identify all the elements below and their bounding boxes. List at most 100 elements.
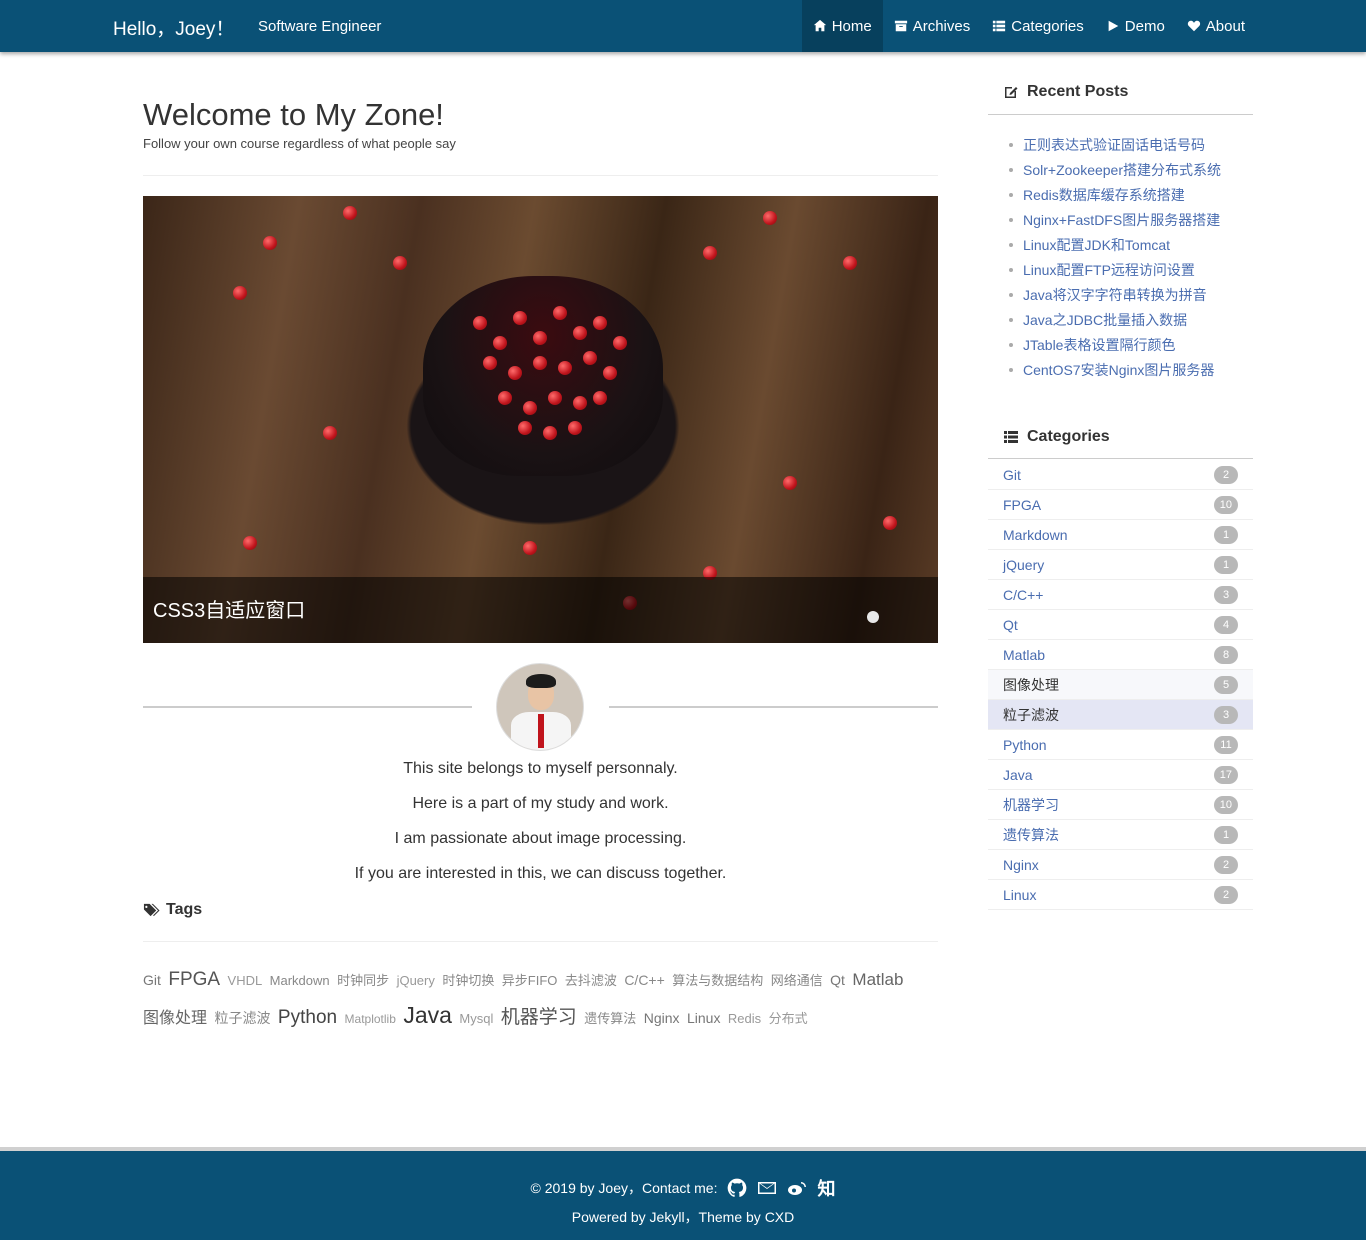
recent-post-link[interactable]: Redis数据库缓存系统搭建: [1009, 182, 1221, 207]
recent-post-link[interactable]: JTable表格设置隔行颜色: [1009, 332, 1221, 357]
tag-link[interactable]: 时钟切换: [442, 973, 494, 988]
tag-link[interactable]: Git: [143, 972, 161, 988]
tag-link[interactable]: Matlab: [852, 970, 903, 989]
category-item[interactable]: Markdown 1: [988, 520, 1253, 550]
nav-about[interactable]: About: [1176, 0, 1256, 52]
tag-link[interactable]: 图像处理: [143, 1010, 207, 1027]
category-item[interactable]: Matlab 8: [988, 640, 1253, 670]
recent-posts-heading: Recent Posts: [1003, 83, 1128, 101]
berry: [473, 316, 487, 330]
recent-post-link[interactable]: CentOS7安装Nginx图片服务器: [1009, 357, 1221, 382]
recent-post-link[interactable]: 正则表达式验证固话电话号码: [1009, 132, 1221, 157]
category-name: Nginx: [1003, 856, 1039, 873]
tag-link[interactable]: 分布式: [769, 1011, 808, 1026]
tag-link[interactable]: FPGA: [168, 969, 220, 990]
tag-link[interactable]: 时钟同步: [337, 973, 389, 988]
tag-link[interactable]: Markdown: [270, 973, 330, 988]
nav-home-label: Home: [831, 17, 872, 35]
recent-post-link[interactable]: Java将汉字字符串转换为拼音: [1009, 282, 1221, 307]
weibo-icon[interactable]: [787, 1178, 807, 1198]
recent-post-link[interactable]: Linux配置JDK和Tomcat: [1009, 232, 1221, 257]
github-icon[interactable]: [727, 1178, 747, 1198]
page-title: Welcome to My Zone!: [143, 97, 444, 132]
berry: [513, 311, 527, 325]
tag-link[interactable]: Matplotlib: [345, 1012, 396, 1026]
archive-icon: [894, 20, 907, 32]
category-item[interactable]: Git 2: [988, 460, 1253, 490]
tag-cloud: Git FPGA VHDL Markdown 时钟同步 jQuery 时钟切换 …: [143, 962, 938, 1037]
avatar-divider-left: [143, 706, 472, 708]
tags-divider: [143, 941, 938, 942]
recent-post-title: 正则表达式验证固话电话号码: [1023, 136, 1205, 153]
recent-post-link[interactable]: Linux配置FTP远程访问设置: [1009, 257, 1221, 282]
tag-link[interactable]: Nginx: [644, 1010, 680, 1026]
berry: [243, 536, 257, 550]
tag-link[interactable]: 网络通信: [771, 973, 823, 988]
category-count-badge: 3: [1214, 706, 1238, 724]
tag-link[interactable]: VHDL: [228, 973, 263, 988]
category-item[interactable]: 机器学习 10: [988, 790, 1253, 820]
main-nav: Home Archives Categories Demo About: [801, 0, 1256, 52]
tag-link[interactable]: Linux: [687, 1010, 720, 1026]
nav-demo[interactable]: Demo: [1095, 0, 1176, 52]
tag-link[interactable]: Qt: [830, 972, 845, 988]
title-divider: [143, 175, 938, 176]
category-count-badge: 2: [1214, 886, 1238, 904]
category-item[interactable]: 图像处理 5: [988, 670, 1253, 700]
recent-post-link[interactable]: Java之JDBC批量插入数据: [1009, 307, 1221, 332]
tag-link[interactable]: 遗传算法: [584, 1011, 636, 1026]
list-icon: [993, 20, 1006, 32]
category-item[interactable]: Java 17: [988, 760, 1253, 790]
categories-rule: [988, 458, 1253, 459]
tag-link[interactable]: Mysql: [459, 1011, 493, 1026]
list-icon: [1004, 431, 1018, 443]
tag-link[interactable]: jQuery: [397, 973, 435, 988]
site-brand[interactable]: Hello，Joey！: [113, 14, 234, 41]
berry: [393, 256, 407, 270]
tag-link[interactable]: 机器学习: [501, 1007, 577, 1028]
berry: [583, 351, 597, 365]
berry: [533, 356, 547, 370]
nav-home[interactable]: Home: [801, 0, 883, 52]
recent-post-title: CentOS7安装Nginx图片服务器: [1023, 361, 1215, 378]
tag-link[interactable]: Redis: [728, 1011, 761, 1026]
zhihu-icon[interactable]: 知: [817, 1175, 835, 1201]
image-carousel[interactable]: CSS3自适应窗口: [143, 196, 938, 643]
recent-post-title: Java将汉字字符串转换为拼音: [1023, 286, 1207, 303]
tag-link[interactable]: 异步FIFO: [502, 973, 558, 988]
carousel-indicator[interactable]: [867, 611, 879, 623]
category-count-badge: 1: [1214, 556, 1238, 574]
tag-link[interactable]: 粒子滤波: [214, 1010, 270, 1026]
tag-link[interactable]: C/C++: [624, 972, 664, 988]
tag-link[interactable]: Python: [278, 1007, 337, 1028]
category-count-badge: 11: [1214, 736, 1238, 754]
category-name: Git: [1003, 466, 1021, 483]
category-item[interactable]: Qt 4: [988, 610, 1253, 640]
recent-post-link[interactable]: Solr+Zookeeper搭建分布式系统: [1009, 157, 1221, 182]
berry: [843, 256, 857, 270]
recent-post-link[interactable]: Nginx+FastDFS图片服务器搭建: [1009, 207, 1221, 232]
carousel-caption[interactable]: CSS3自适应窗口: [153, 594, 305, 623]
berry: [613, 336, 627, 350]
tag-link[interactable]: 算法与数据结构: [672, 973, 763, 988]
category-item[interactable]: Python 11: [988, 730, 1253, 760]
category-item[interactable]: Linux 2: [988, 880, 1253, 910]
mail-icon[interactable]: [757, 1178, 777, 1198]
recent-post-title: Linux配置FTP远程访问设置: [1023, 261, 1195, 278]
berry: [543, 426, 557, 440]
category-item[interactable]: Nginx 2: [988, 850, 1253, 880]
recent-post-title: JTable表格设置隔行颜色: [1023, 336, 1176, 353]
category-item[interactable]: 遗传算法 1: [988, 820, 1253, 850]
berry: [593, 316, 607, 330]
category-item[interactable]: FPGA 10: [988, 490, 1253, 520]
tag-link[interactable]: Java: [403, 1002, 452, 1028]
category-item[interactable]: 粒子滤波 3: [988, 700, 1253, 730]
avatar: [496, 663, 584, 751]
nav-archives[interactable]: Archives: [883, 0, 982, 52]
category-item[interactable]: C/C++ 3: [988, 580, 1253, 610]
category-count-badge: 2: [1214, 856, 1238, 874]
bio-line: This site belongs to myself personnaly.: [403, 760, 678, 777]
tag-link[interactable]: 去抖滤波: [565, 973, 617, 988]
nav-categories[interactable]: Categories: [981, 0, 1095, 52]
category-item[interactable]: jQuery 1: [988, 550, 1253, 580]
